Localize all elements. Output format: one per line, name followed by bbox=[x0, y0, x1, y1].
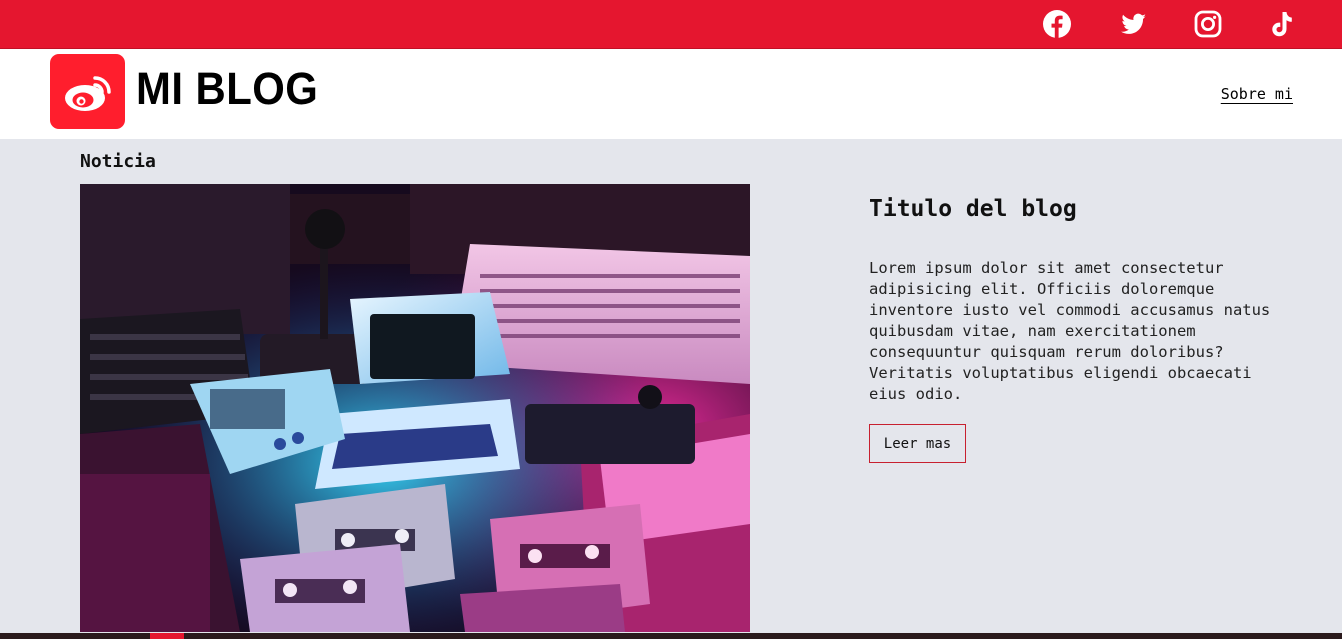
weibo-icon[interactable] bbox=[50, 54, 125, 129]
social-bar bbox=[0, 0, 1342, 49]
tiktok-icon[interactable] bbox=[1266, 9, 1296, 39]
post-excerpt: Lorem ipsum dolor sit amet consectetur a… bbox=[869, 259, 1271, 403]
twitter-icon[interactable] bbox=[1118, 9, 1148, 39]
bottom-accent bbox=[150, 633, 184, 639]
bottom-strip bbox=[0, 633, 1342, 639]
site-header: MI BLOG Sobre mi bbox=[0, 49, 1342, 139]
section-title: Noticia bbox=[80, 151, 156, 172]
post-title: Titulo del blog bbox=[869, 196, 1077, 222]
site-brand[interactable]: MI BLOG bbox=[136, 63, 318, 115]
facebook-icon[interactable] bbox=[1042, 9, 1072, 39]
read-more-button[interactable]: Leer mas bbox=[869, 424, 966, 463]
nav-link-about[interactable]: Sobre mi bbox=[1221, 85, 1293, 103]
instagram-icon[interactable] bbox=[1193, 9, 1223, 39]
post-image bbox=[80, 184, 750, 632]
